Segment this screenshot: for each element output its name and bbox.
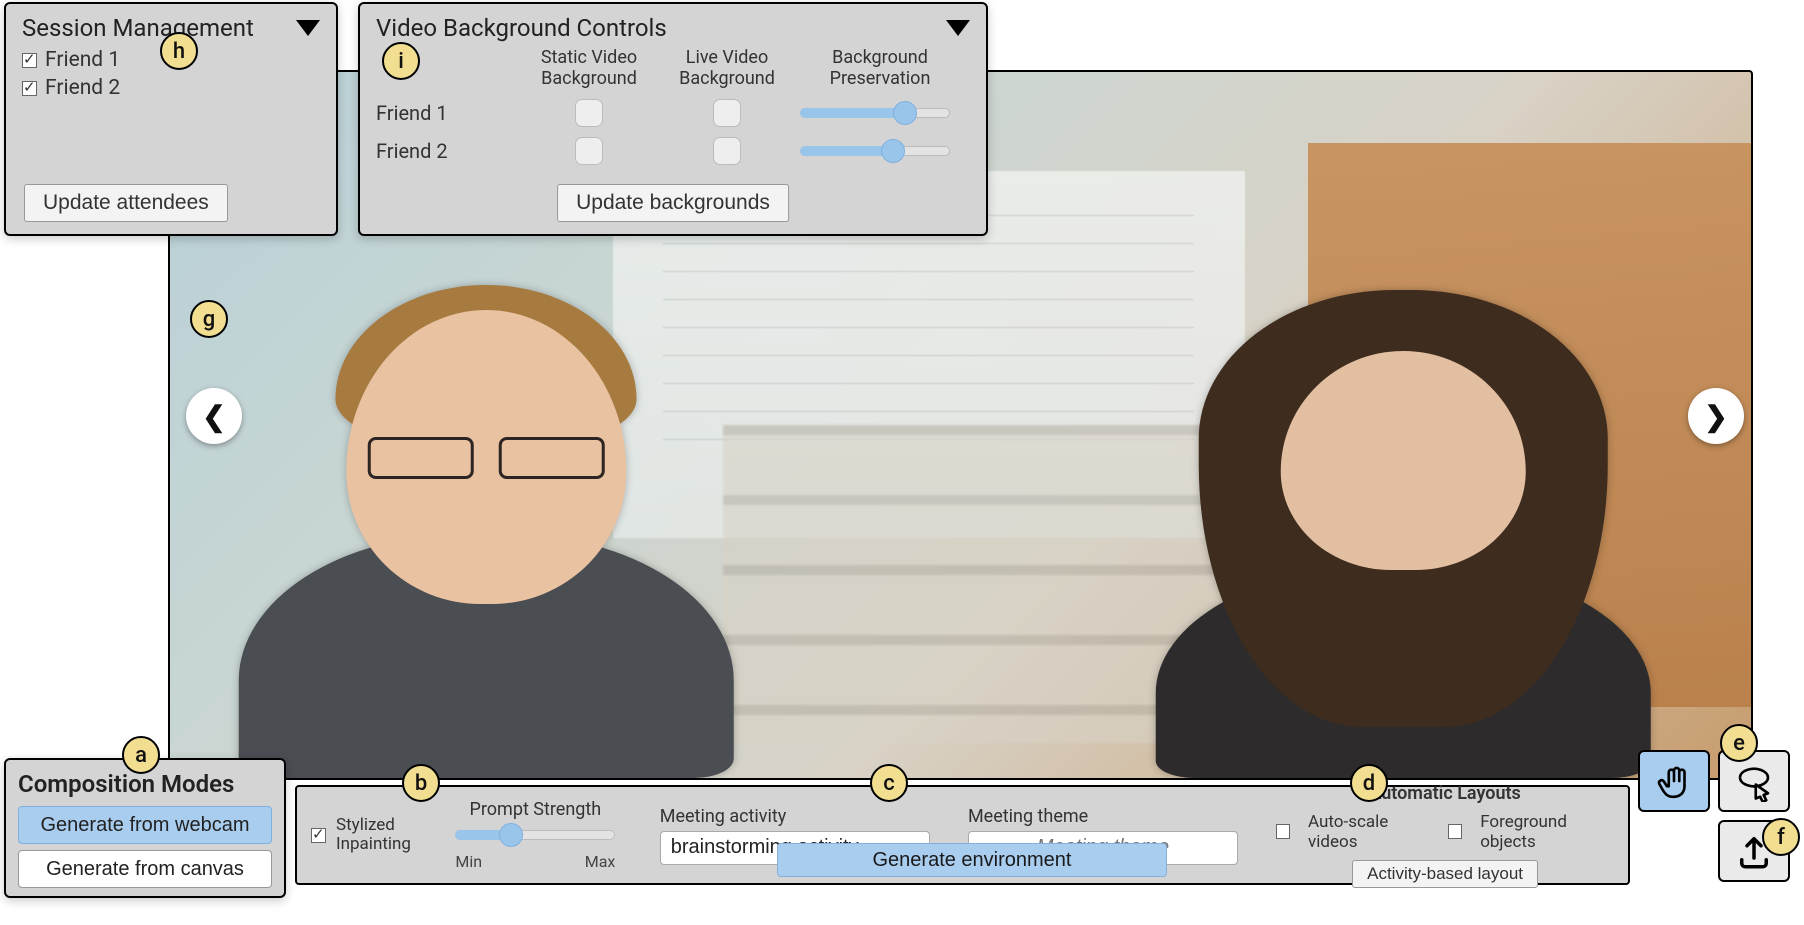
callout-a: a [122, 736, 160, 774]
update-attendees-button[interactable]: Update attendees [24, 184, 228, 222]
participant-right [1134, 270, 1672, 778]
lasso-cursor-icon [1733, 760, 1775, 802]
prompt-strength-slider[interactable] [455, 824, 615, 846]
meeting-theme-label: Meeting theme [968, 806, 1246, 827]
attendee-checkbox[interactable] [22, 53, 37, 68]
stylized-label: Stylized Inpainting [336, 816, 411, 853]
live-bg-checkbox[interactable] [713, 99, 741, 127]
live-bg-checkbox[interactable] [713, 137, 741, 165]
attendee-row: Friend 2 [22, 76, 320, 100]
participant-left [217, 270, 755, 778]
col-preserve: Background Preservation [800, 48, 960, 89]
strength-max: Max [585, 852, 616, 871]
col-live: Live Video Background [662, 48, 792, 89]
collapse-icon[interactable] [946, 20, 970, 36]
next-button[interactable]: ❯ [1688, 388, 1744, 444]
prev-button[interactable]: ❮ [186, 388, 242, 444]
update-backgrounds-button[interactable]: Update backgrounds [557, 184, 789, 222]
static-bg-checkbox[interactable] [575, 137, 603, 165]
strength-min: Min [455, 852, 482, 871]
prompt-strength-label: Prompt Strength [470, 799, 602, 820]
hand-icon [1653, 760, 1695, 802]
auto-scale-checkbox[interactable] [1276, 824, 1290, 839]
callout-c: c [870, 764, 908, 802]
callout-d: d [1350, 764, 1388, 802]
move-tool-button[interactable] [1638, 750, 1710, 812]
bg-preservation-slider[interactable] [800, 140, 950, 162]
static-bg-checkbox[interactable] [575, 99, 603, 127]
callout-b: b [402, 764, 440, 802]
callout-e: e [1720, 724, 1758, 762]
vbc-row-label: Friend 2 [376, 139, 516, 163]
callout-f: f [1762, 818, 1800, 856]
vbc-row-label: Friend 1 [376, 101, 516, 125]
chevron-left-icon: ❮ [202, 400, 225, 433]
chevron-right-icon: ❯ [1704, 400, 1727, 433]
foreground-checkbox[interactable] [1448, 824, 1462, 839]
bg-preservation-slider[interactable] [800, 102, 950, 124]
generate-from-canvas-button[interactable]: Generate from canvas [18, 850, 272, 888]
callout-i: i [382, 42, 420, 80]
stylized-inpainting-checkbox[interactable] [311, 828, 326, 843]
callout-g: g [190, 300, 228, 338]
activity-layout-button[interactable]: Activity-based layout [1352, 860, 1538, 888]
attendee-label: Friend 1 [45, 48, 120, 72]
tool-cluster [1638, 750, 1798, 882]
collapse-icon[interactable] [296, 20, 320, 36]
auto-layouts-title: Automatic Layouts [1369, 783, 1520, 804]
attendee-checkbox[interactable] [22, 81, 37, 96]
generate-from-webcam-button[interactable]: Generate from webcam [18, 806, 272, 844]
generate-environment-button[interactable]: Generate environment [777, 843, 1167, 877]
composition-title: Composition Modes [18, 770, 272, 798]
foreground-label: Foreground objects [1480, 812, 1614, 852]
vbc-title: Video Background Controls [376, 14, 667, 42]
attendee-label: Friend 2 [45, 76, 120, 100]
session-title: Session Management [22, 14, 254, 42]
callout-h: h [160, 32, 198, 70]
col-static: Static Video Background [524, 48, 654, 89]
composition-modes-panel: Composition Modes Generate from webcam G… [4, 758, 286, 898]
meeting-activity-label: Meeting activity [660, 806, 938, 827]
bottom-bar: Stylized Inpainting Prompt Strength Min … [295, 785, 1630, 885]
video-bg-controls-panel: Video Background Controls Static Video B… [358, 2, 988, 236]
auto-scale-label: Auto-scale videos [1308, 812, 1430, 852]
